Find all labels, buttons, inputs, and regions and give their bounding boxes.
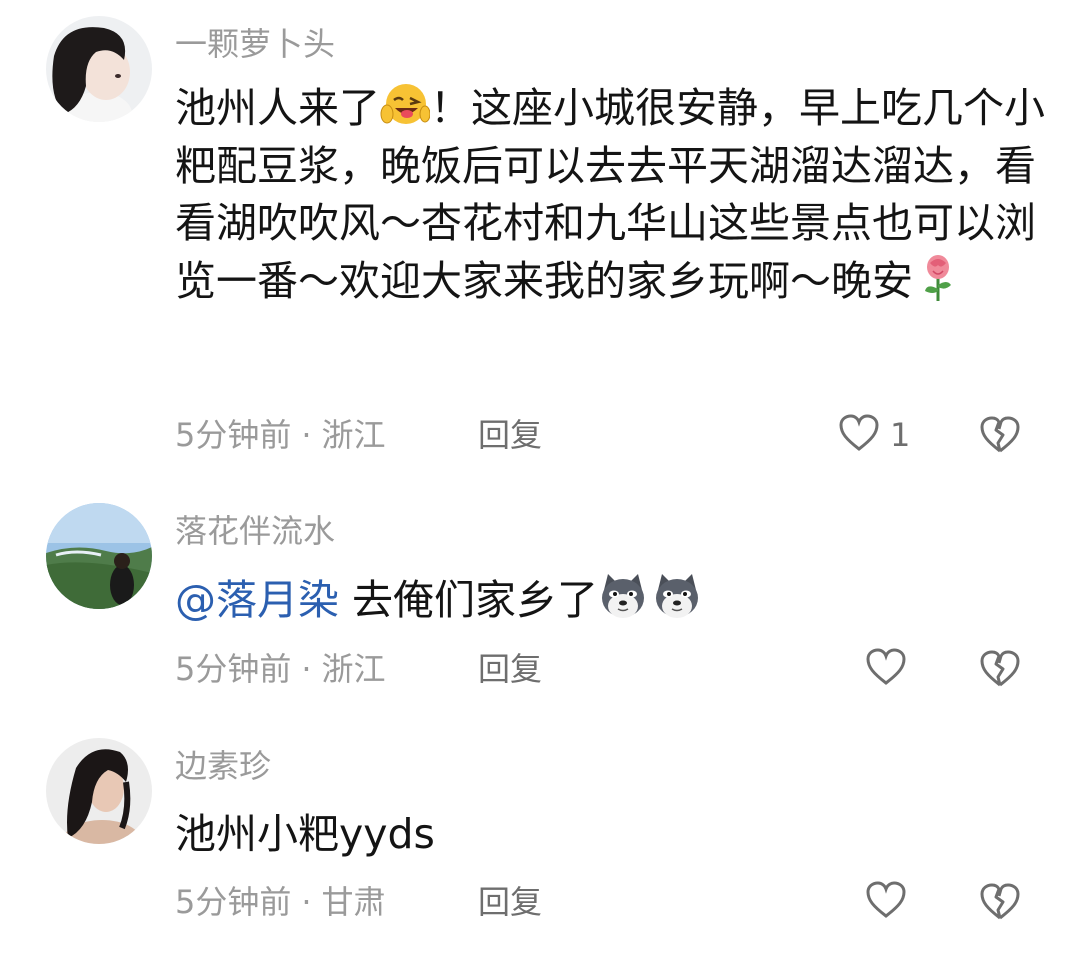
avatar[interactable] xyxy=(46,503,152,609)
like-button[interactable] xyxy=(865,647,907,691)
comment-location: 浙江 xyxy=(321,650,386,688)
reply-button[interactable]: 回复 xyxy=(478,415,542,455)
comment-text-part: 去俺们家乡了 xyxy=(339,576,599,624)
meta-separator: · xyxy=(301,883,312,921)
dislike-button[interactable] xyxy=(979,415,1021,455)
rose-emoji xyxy=(913,253,963,303)
like-button[interactable] xyxy=(865,880,907,924)
reply-button[interactable]: 回复 xyxy=(478,882,542,922)
doge-emoji xyxy=(598,572,648,622)
meta-separator: · xyxy=(301,416,312,454)
doge-emoji xyxy=(652,572,702,622)
comment-text-part: 池州小粑yyds xyxy=(175,810,435,858)
comment-username[interactable]: 落花伴流水 xyxy=(175,511,335,551)
comment-location: 甘肃 xyxy=(321,883,386,921)
broken-heart-outline-icon xyxy=(979,650,1021,693)
meta-separator: · xyxy=(301,650,312,688)
comment-meta: 5分钟前 · 甘肃 xyxy=(175,882,386,922)
comment-username[interactable]: 一颗萝卜头 xyxy=(175,24,335,64)
comment-text: 池州小粑yyds xyxy=(175,806,1045,864)
avatar[interactable] xyxy=(46,16,152,122)
like-count: 1 xyxy=(890,416,911,454)
comment-location: 浙江 xyxy=(321,416,386,454)
comment-time: 5分钟前 xyxy=(175,883,292,921)
comment-text-part: 池州人来了 xyxy=(175,84,380,132)
broken-heart-outline-icon xyxy=(979,416,1021,459)
dislike-button[interactable] xyxy=(979,882,1021,922)
avatar[interactable] xyxy=(46,738,152,844)
comment-time: 5分钟前 xyxy=(175,650,292,688)
comment-meta: 5分钟前 · 浙江 xyxy=(175,415,386,455)
comment-time: 5分钟前 xyxy=(175,416,292,454)
heart-outline-icon xyxy=(865,880,907,924)
comment-text: @落月染 去俺们家乡了 xyxy=(175,572,1045,630)
comment-meta: 5分钟前 · 浙江 xyxy=(175,649,386,689)
mention-link[interactable]: @落月染 xyxy=(175,576,339,624)
comment-username[interactable]: 边素珍 xyxy=(175,746,271,786)
heart-outline-icon xyxy=(838,413,880,457)
broken-heart-outline-icon xyxy=(979,883,1021,926)
heart-outline-icon xyxy=(865,647,907,691)
wink-tongue-emoji xyxy=(380,80,430,130)
comment-text: 池州人来了 ！这座小城很安静，早上吃几个小粑配豆浆，晚饭后可以去去平天湖溜达溜达… xyxy=(175,80,1045,310)
reply-button[interactable]: 回复 xyxy=(478,649,542,689)
dislike-button[interactable] xyxy=(979,649,1021,689)
like-button[interactable]: 1 xyxy=(838,413,911,457)
